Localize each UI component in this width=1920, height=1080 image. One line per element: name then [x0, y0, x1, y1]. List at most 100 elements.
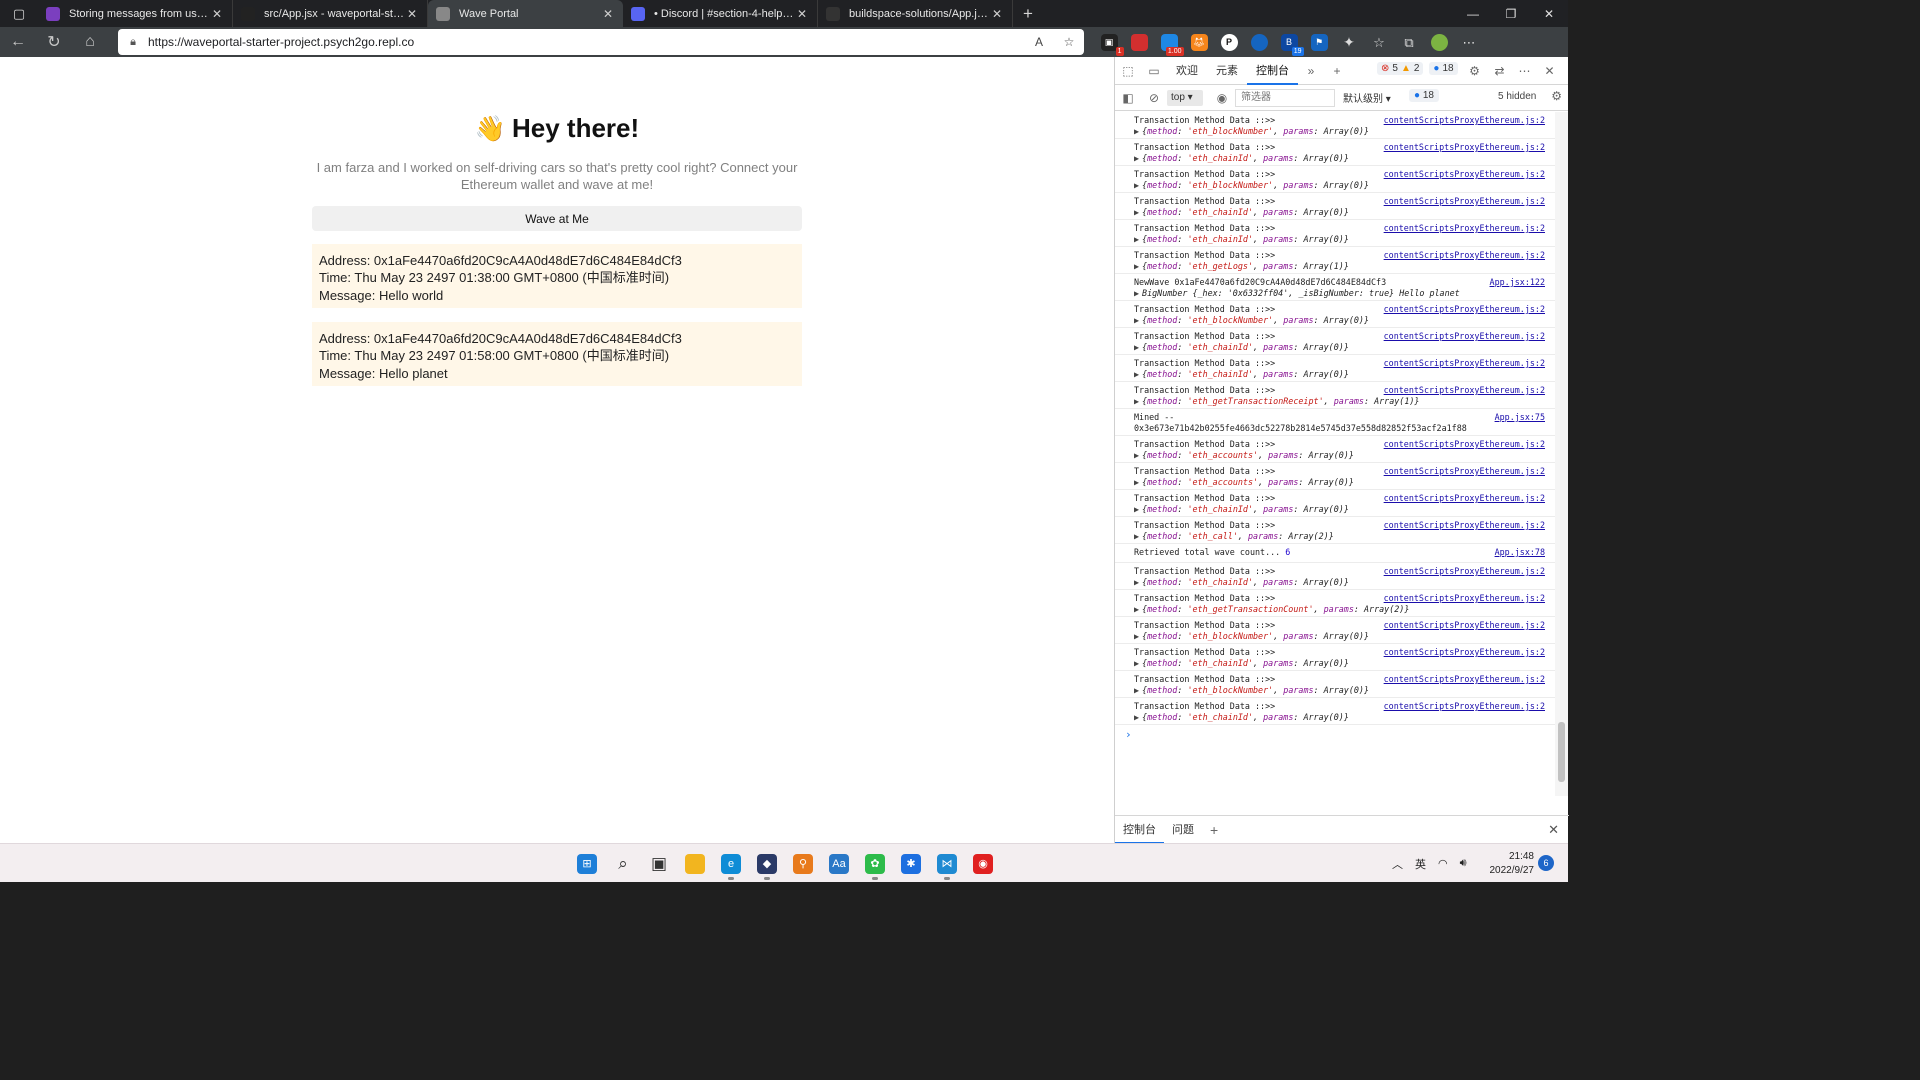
- info-count[interactable]: ● 18: [1429, 62, 1458, 75]
- console-object[interactable]: ▶ {method: 'eth_chainId', params: Array(0…: [1134, 342, 1549, 353]
- context-select[interactable]: top ▾: [1167, 89, 1203, 106]
- console-object[interactable]: ▶ {method: 'eth_blockNumber', params: Arr…: [1134, 126, 1549, 137]
- new-tab-button[interactable]: +: [1013, 0, 1043, 27]
- tab-console[interactable]: 控制台: [1247, 57, 1298, 85]
- error-count[interactable]: ⊗ 5 ▲ 2: [1377, 62, 1424, 75]
- tab-actions-icon[interactable]: ▢: [0, 0, 38, 27]
- address-bar[interactable]: 🔒︎ https://waveportal-starter-project.ps…: [118, 29, 1084, 55]
- console-filter-input[interactable]: 筛选器: [1235, 89, 1335, 107]
- console-source-link[interactable]: contentScriptsProxyEthereum.js:2: [1384, 647, 1545, 658]
- console-object[interactable]: ▶ {method: 'eth_chainId', params: Array(0…: [1134, 234, 1549, 245]
- settings-gear-icon[interactable]: ⚙: [1462, 64, 1487, 78]
- console-object[interactable]: ▶ {method: 'eth_call', params: Array(2)}: [1134, 531, 1549, 542]
- lock-icon[interactable]: 🔒︎: [118, 36, 148, 49]
- extension-6-icon[interactable]: [1244, 27, 1274, 57]
- console-source-link[interactable]: contentScriptsProxyEthereum.js:2: [1384, 674, 1545, 685]
- console-object[interactable]: ▶ {method: 'eth_getTransactionCount', par…: [1134, 604, 1549, 615]
- wave-button[interactable]: Wave at Me: [312, 206, 802, 231]
- restore-icon[interactable]: ❐: [1492, 0, 1530, 27]
- console-message[interactable]: contentScriptsProxyEthereum.js:2 Transact…: [1115, 301, 1555, 328]
- console-message[interactable]: contentScriptsProxyEthereum.js:2 Transact…: [1115, 328, 1555, 355]
- close-tab-icon[interactable]: ✕: [601, 7, 615, 21]
- search-icon[interactable]: ⌕: [605, 844, 641, 883]
- console-source-link[interactable]: contentScriptsProxyEthereum.js:2: [1384, 520, 1545, 531]
- console-message[interactable]: contentScriptsProxyEthereum.js:2 Transact…: [1115, 139, 1555, 166]
- console-message[interactable]: contentScriptsProxyEthereum.js:2 Transact…: [1115, 112, 1555, 139]
- wifi-icon[interactable]: ◠: [1438, 857, 1448, 870]
- console-source-link[interactable]: contentScriptsProxyEthereum.js:2: [1384, 223, 1545, 234]
- extension-1-icon[interactable]: ▣ 1: [1094, 27, 1124, 57]
- console-message[interactable]: App.jsx:78 Retrieved total wave count... …: [1115, 544, 1555, 563]
- sidebar-toggle-icon[interactable]: ◧: [1115, 91, 1141, 105]
- close-tab-icon[interactable]: ✕: [795, 7, 809, 21]
- tab-elements[interactable]: 元素: [1207, 57, 1247, 85]
- browser-tab[interactable]: Wave Portal ✕: [428, 0, 623, 27]
- console-message[interactable]: contentScriptsProxyEthereum.js:2 Transact…: [1115, 166, 1555, 193]
- close-window-icon[interactable]: ✕: [1530, 0, 1568, 27]
- console-object[interactable]: ▶ {method: 'eth_chainId', params: Array(0…: [1134, 504, 1549, 515]
- console-object[interactable]: ▶ {method: 'eth_chainId', params: Array(0…: [1134, 577, 1549, 588]
- console-source-link[interactable]: contentScriptsProxyEthereum.js:2: [1384, 566, 1545, 577]
- favorite-star-icon[interactable]: ☆: [1054, 35, 1084, 49]
- dictionary-icon[interactable]: Aa: [821, 844, 857, 883]
- extension-2-icon[interactable]: [1124, 27, 1154, 57]
- console-message[interactable]: contentScriptsProxyEthereum.js:2 Transact…: [1115, 355, 1555, 382]
- start-icon[interactable]: ⊞: [569, 844, 605, 883]
- browser-tab[interactable]: Storing messages from users on✕: [38, 0, 233, 27]
- read-aloud-icon[interactable]: A: [1024, 35, 1054, 49]
- console-object[interactable]: ▶ {method: 'eth_accounts', params: Array(…: [1134, 450, 1549, 461]
- home-icon[interactable]: ⌂: [72, 27, 108, 57]
- app-icon[interactable]: ◆: [749, 844, 785, 883]
- console-source-link[interactable]: contentScriptsProxyEthereum.js:2: [1384, 115, 1545, 126]
- netease-music-icon[interactable]: ◉: [965, 844, 1001, 883]
- console-source-link[interactable]: App.jsx:122: [1490, 277, 1545, 288]
- extension-3-icon[interactable]: 1.00: [1154, 27, 1184, 57]
- console-source-link[interactable]: contentScriptsProxyEthereum.js:2: [1384, 169, 1545, 180]
- console-source-link[interactable]: contentScriptsProxyEthereum.js:2: [1384, 142, 1545, 153]
- console-message[interactable]: contentScriptsProxyEthereum.js:2 Transact…: [1115, 698, 1555, 725]
- console-message[interactable]: App.jsx:75 Mined -- 0x3e673e71b42b0255fe46…: [1115, 409, 1555, 436]
- log-level-select[interactable]: 默认级别 ▾: [1343, 90, 1391, 105]
- notification-badge[interactable]: 6: [1538, 855, 1554, 871]
- add-tab-icon[interactable]: +: [1324, 64, 1350, 78]
- console-message[interactable]: contentScriptsProxyEthereum.js:2 Transact…: [1115, 644, 1555, 671]
- console-object[interactable]: ▶ BigNumber {_hex: '0x6332ff04', _isBigNu…: [1134, 288, 1549, 299]
- console-object[interactable]: ▶ {method: 'eth_getTransactionReceipt', p…: [1134, 396, 1549, 407]
- more-menu-icon[interactable]: ⋯: [1454, 27, 1484, 57]
- profile-avatar-icon[interactable]: [1424, 27, 1454, 57]
- console-source-link[interactable]: contentScriptsProxyEthereum.js:2: [1384, 466, 1545, 477]
- console-source-link[interactable]: App.jsx:78: [1495, 547, 1545, 558]
- console-source-link[interactable]: contentScriptsProxyEthereum.js:2: [1384, 331, 1545, 342]
- dock-icon[interactable]: ⇄: [1487, 64, 1512, 78]
- drawer-tab-issues[interactable]: 问题: [1164, 816, 1202, 844]
- close-tab-icon[interactable]: ✕: [210, 7, 224, 21]
- task-view-icon[interactable]: ▣: [641, 844, 677, 883]
- console-object[interactable]: ▶ {method: 'eth_chainId', params: Array(0…: [1134, 207, 1549, 218]
- live-expression-eye-icon[interactable]: ◉: [1209, 91, 1235, 105]
- console-message[interactable]: contentScriptsProxyEthereum.js:2 Transact…: [1115, 220, 1555, 247]
- console-source-link[interactable]: contentScriptsProxyEthereum.js:2: [1384, 620, 1545, 631]
- ime-indicator[interactable]: 英: [1415, 856, 1426, 872]
- drawer-add-icon[interactable]: +: [1202, 822, 1226, 838]
- browser-tab[interactable]: src/App.jsx - waveportal-starter- ✕: [233, 0, 428, 27]
- console-object[interactable]: ▶ {method: 'eth_blockNumber', params: Arr…: [1134, 180, 1549, 191]
- console-object[interactable]: ▶ {method: 'eth_chainId', params: Array(0…: [1134, 369, 1549, 380]
- issues-counter[interactable]: ● 18: [1409, 89, 1439, 102]
- console-object[interactable]: ▶ {method: 'eth_blockNumber', params: Arr…: [1134, 631, 1549, 642]
- wechat-icon[interactable]: ✿: [857, 844, 893, 883]
- console-source-link[interactable]: contentScriptsProxyEthereum.js:2: [1384, 250, 1545, 261]
- console-message[interactable]: contentScriptsProxyEthereum.js:2 Transact…: [1115, 193, 1555, 220]
- devtools-more-icon[interactable]: ⋯: [1512, 64, 1537, 78]
- console-object[interactable]: ▶ {method: 'eth_chainId', params: Array(0…: [1134, 658, 1549, 669]
- console-object[interactable]: ▶ {method: 'eth_chainId', params: Array(0…: [1134, 153, 1549, 164]
- console-object[interactable]: ▶ {method: 'eth_accounts', params: Array(…: [1134, 477, 1549, 488]
- console-message[interactable]: contentScriptsProxyEthereum.js:2 Transact…: [1115, 436, 1555, 463]
- console-message[interactable]: contentScriptsProxyEthereum.js:2 Transact…: [1115, 490, 1555, 517]
- console-message[interactable]: contentScriptsProxyEthereum.js:2 Transact…: [1115, 590, 1555, 617]
- device-toolbar-icon[interactable]: ▭: [1141, 64, 1167, 78]
- volume-icon[interactable]: 🔊︎: [1460, 857, 1467, 870]
- console-message[interactable]: App.jsx:122 NewWave 0x1aFe4470a6fd20C9cA4…: [1115, 274, 1555, 301]
- console-source-link[interactable]: contentScriptsProxyEthereum.js:2: [1384, 701, 1545, 712]
- tab-welcome[interactable]: 欢迎: [1167, 57, 1207, 85]
- console-scrollbar[interactable]: [1555, 112, 1568, 796]
